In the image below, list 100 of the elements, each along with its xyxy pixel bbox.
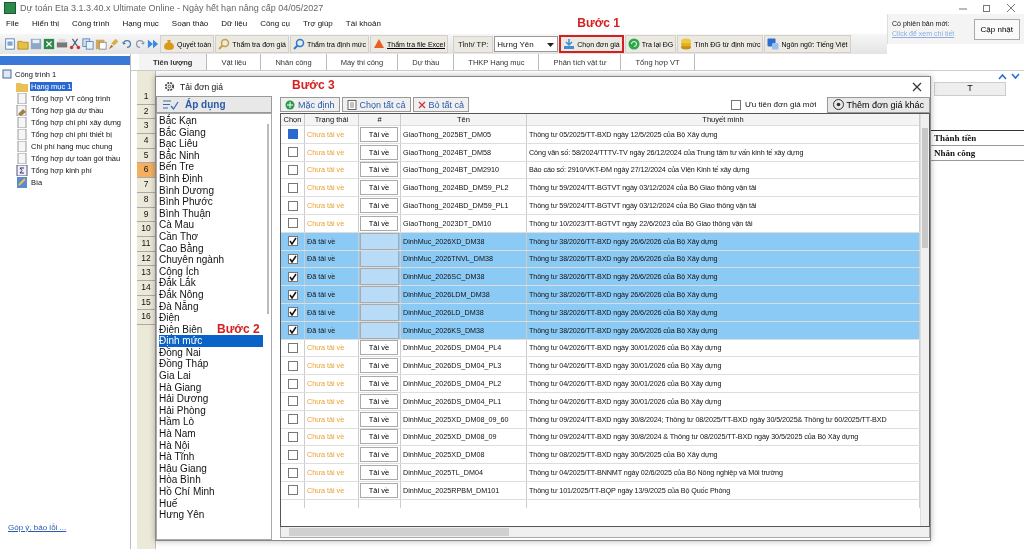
menu-item[interactable]: Soạn thảo xyxy=(171,19,209,28)
list-item[interactable]: Bắc Giang xyxy=(159,126,206,139)
document-icon xyxy=(16,128,28,140)
list-item[interactable]: Bình Phước xyxy=(159,196,213,208)
list-item[interactable]: Bình Thuận xyxy=(159,207,211,220)
restore-icon[interactable] xyxy=(982,3,992,13)
menu-item[interactable]: Công trình xyxy=(72,19,110,28)
checkbox[interactable] xyxy=(287,378,298,389)
update-button[interactable]: Cập nhật xyxy=(973,18,1020,40)
apply-button[interactable]: Áp dụng xyxy=(156,96,272,113)
add-price-button[interactable]: Thêm đơn giá khác xyxy=(826,96,930,113)
list-item[interactable]: Điện Biên xyxy=(159,323,203,336)
menu-item[interactable]: Hiển thị xyxy=(31,19,59,28)
checkbox[interactable] xyxy=(287,325,298,336)
checkbox[interactable] xyxy=(287,271,298,282)
scissors-icon[interactable] xyxy=(69,38,81,50)
checkbox[interactable] xyxy=(287,449,298,460)
checkbox[interactable] xyxy=(287,467,298,478)
checkbox[interactable] xyxy=(287,165,298,175)
checkbox[interactable] xyxy=(287,431,298,442)
list-item[interactable]: Bắc Ninh xyxy=(159,149,200,162)
checkbox[interactable] xyxy=(287,129,298,140)
paste-icon[interactable] xyxy=(95,38,107,50)
list-item[interactable]: Hồ Chí Minh xyxy=(159,486,215,498)
list-item[interactable]: Hậu Giang xyxy=(159,462,207,475)
list-item[interactable]: Đồng Tháp xyxy=(159,358,209,371)
checkbox[interactable] xyxy=(287,182,298,193)
list-item[interactable]: Hải Phòng xyxy=(159,404,206,417)
brush-icon[interactable] xyxy=(108,38,120,50)
checkbox[interactable] xyxy=(287,147,298,158)
gear-icon xyxy=(164,81,175,92)
list-item[interactable]: Gia Lai xyxy=(159,370,191,382)
list-item[interactable]: Hà Nam xyxy=(159,428,196,440)
scrollbar[interactable] xyxy=(267,124,269,314)
menu-item[interactable]: Hạng mục xyxy=(122,19,159,28)
checkbox[interactable] xyxy=(287,289,298,300)
step-annotation: Bước 2 xyxy=(217,322,260,336)
checkbox[interactable] xyxy=(287,200,298,211)
undo-icon[interactable] xyxy=(121,38,133,50)
toolbar-button[interactable]: Bỏ tất cả xyxy=(412,97,470,112)
double-arrow-icon[interactable] xyxy=(147,38,159,50)
menu-item[interactable]: Dữ liệu xyxy=(221,19,248,28)
checkbox[interactable] xyxy=(287,396,298,407)
menu-item[interactable]: Công cụ xyxy=(260,19,290,28)
dialog-title: Tải đơn giá xyxy=(180,81,223,92)
step-annotation: Bước 3 xyxy=(292,78,335,92)
list-item[interactable]: Hầm Lò xyxy=(159,416,194,429)
checkbox[interactable] xyxy=(287,360,298,371)
document-icon xyxy=(16,152,28,164)
apply-list-icon xyxy=(163,99,179,110)
list-item[interactable]: Hà Giang xyxy=(159,381,202,394)
feedback-link[interactable]: Góp ý, báo lỗi ... xyxy=(0,523,130,532)
list-item[interactable]: Điện xyxy=(159,312,180,324)
list-item[interactable]: Đắk Lắk xyxy=(159,277,196,289)
list-item[interactable]: Đà Nẵng xyxy=(159,300,199,313)
checkbox[interactable] xyxy=(287,218,298,229)
list-item[interactable]: Cà Mau xyxy=(159,219,194,231)
stamp-icon xyxy=(16,104,28,116)
menu-item[interactable]: Tài khoản xyxy=(345,19,381,28)
open-folder-icon[interactable] xyxy=(17,38,29,50)
list-item[interactable]: Huế xyxy=(159,497,178,510)
new-file-icon[interactable] xyxy=(4,38,16,50)
list-item[interactable]: Cần Thơ xyxy=(159,230,199,243)
list-item[interactable]: Chuyên ngành xyxy=(159,254,225,266)
list-item[interactable]: Bình Định xyxy=(159,172,203,185)
list-item[interactable]: Công Ích xyxy=(159,265,200,278)
scrollbar[interactable] xyxy=(280,527,930,538)
list-item[interactable]: Hà Tĩnh xyxy=(159,451,195,463)
toolbar-button[interactable]: Chọn tất cả xyxy=(341,97,411,112)
checkbox[interactable] xyxy=(287,342,298,353)
checkbox[interactable] xyxy=(287,414,298,425)
document-icon xyxy=(16,140,28,152)
list-item[interactable]: Hà Nội xyxy=(159,439,190,452)
checkbox[interactable] xyxy=(287,236,298,247)
spreadsheet-icon[interactable] xyxy=(43,38,55,50)
province-select[interactable]: Hưng Yên xyxy=(494,36,559,52)
coins-icon xyxy=(680,38,693,50)
list-item[interactable]: Bến Tre xyxy=(159,161,195,173)
list-item[interactable]: Bạc Liêu xyxy=(159,138,198,150)
list-item[interactable]: Hòa Bình xyxy=(159,474,201,486)
toolbar-button[interactable]: Mặc định xyxy=(280,97,340,112)
list-item[interactable]: Cao Bằng xyxy=(159,242,204,255)
list-item[interactable]: Hải Dương xyxy=(159,393,209,405)
copy-icon[interactable] xyxy=(82,38,94,50)
redo-icon[interactable] xyxy=(134,38,146,50)
checkbox[interactable] xyxy=(287,307,298,318)
list-item[interactable]: Đắk Nông xyxy=(159,288,204,301)
menu-item[interactable]: File xyxy=(6,19,19,28)
checkbox[interactable] xyxy=(287,253,298,264)
list-item[interactable]: Bắc Kạn xyxy=(159,115,197,127)
close-icon[interactable] xyxy=(912,81,922,92)
checkbox[interactable] xyxy=(287,485,298,496)
menu-item[interactable]: Trợ giúp xyxy=(302,19,333,28)
list-item[interactable]: Bình Dương xyxy=(159,184,214,197)
list-item[interactable]: Hưng Yên xyxy=(159,509,205,521)
checkbox[interactable] xyxy=(730,99,741,110)
bag-icon xyxy=(163,38,175,50)
list-item[interactable]: Đồng Nai xyxy=(159,346,201,359)
printer-icon[interactable] xyxy=(56,38,68,50)
list-item[interactable]: Định mức xyxy=(159,335,263,347)
